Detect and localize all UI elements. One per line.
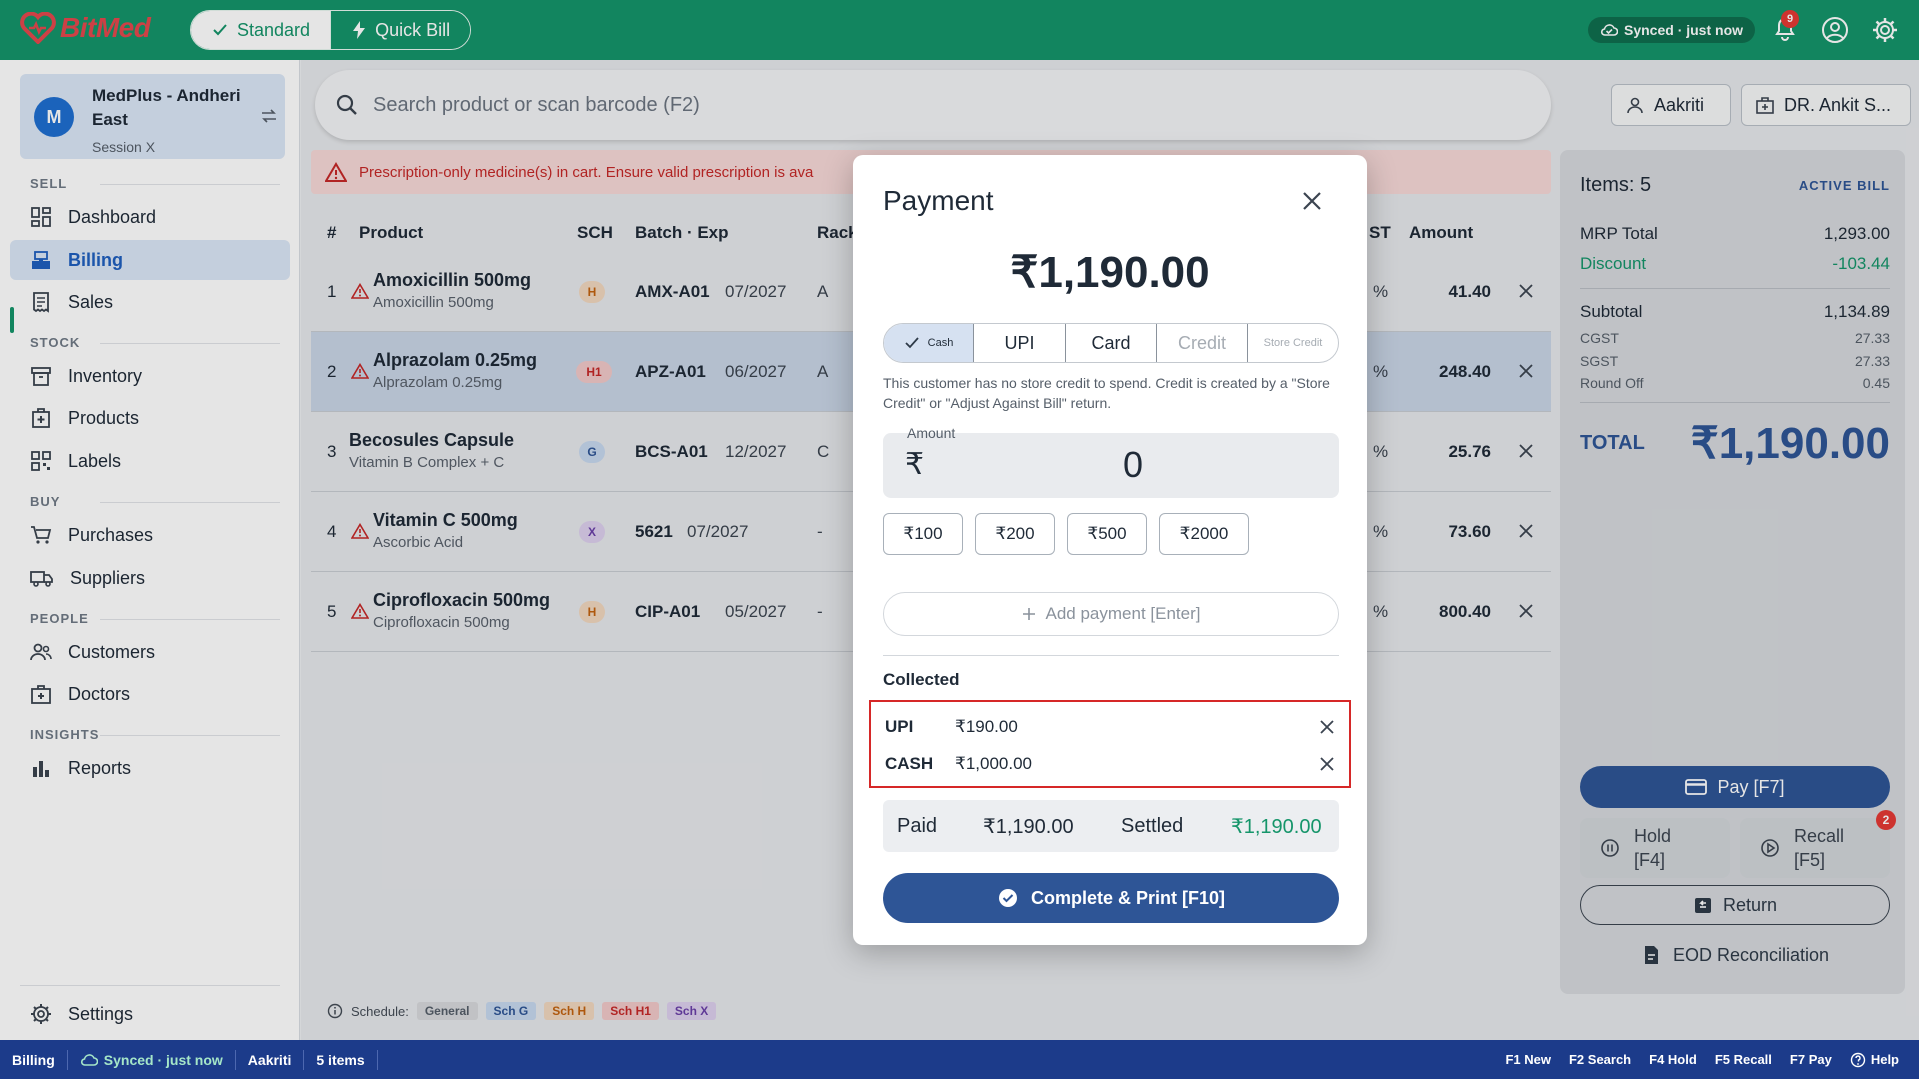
- status-page-label: Billing: [12, 1051, 55, 1068]
- collected-row-cash: CASH ₹1,000.00: [885, 745, 1335, 783]
- shortcut-f5[interactable]: F5 Recall: [1715, 1052, 1772, 1067]
- method-tab-credit[interactable]: Credit: [1157, 324, 1248, 362]
- method-tab-upi[interactable]: UPI: [974, 324, 1066, 362]
- remove-x-icon[interactable]: [1319, 756, 1335, 772]
- settled-value: ₹1,190.00: [1231, 815, 1322, 838]
- help-label: Help: [1870, 1052, 1899, 1067]
- collected-method: UPI: [885, 717, 914, 736]
- status-items-label: 5 items: [316, 1051, 365, 1068]
- help-circle-icon: [1850, 1052, 1866, 1068]
- method-label: Cash: [927, 337, 954, 349]
- status-user-label: Aakriti: [247, 1051, 292, 1068]
- payment-summary: Paid ₹1,190.00 Settled ₹1,190.00: [883, 800, 1339, 852]
- method-label: UPI: [1004, 332, 1035, 353]
- status-sync: Synced · just now: [68, 1049, 236, 1070]
- collected-amount: ₹1,000.00: [955, 754, 1032, 773]
- check-circle-icon: [997, 887, 1019, 909]
- check-icon: [904, 336, 920, 350]
- close-icon[interactable]: [1301, 190, 1323, 212]
- quick-amount-200[interactable]: ₹200: [975, 513, 1055, 555]
- paid-value: ₹1,190.00: [983, 815, 1074, 838]
- collected-label: Collected: [883, 670, 960, 689]
- plus-icon: [1022, 607, 1036, 621]
- method-label: Card: [1091, 332, 1131, 353]
- shortcut-f4[interactable]: F4 Hold: [1649, 1052, 1697, 1067]
- shortcut-hints: F1 New F2 Search F4 Hold F5 Recall F7 Pa…: [1505, 1040, 1899, 1079]
- amount-field[interactable]: Amount ₹: [883, 425, 1339, 498]
- status-bar: Billing Synced · just now Aakriti 5 item…: [0, 1040, 1919, 1079]
- collected-payments-list: UPI ₹190.00 CASH ₹1,000.00: [869, 700, 1351, 788]
- status-items: 5 items: [304, 1049, 378, 1070]
- status-user: Aakriti: [236, 1049, 305, 1070]
- quick-amount-500[interactable]: ₹500: [1067, 513, 1147, 555]
- quick-amount-2000[interactable]: ₹2000: [1159, 513, 1249, 555]
- collected-row-upi: UPI ₹190.00: [885, 708, 1335, 746]
- amount-input[interactable]: [1093, 443, 1173, 487]
- paid-label: Paid: [897, 814, 938, 837]
- shortcut-f2[interactable]: F2 Search: [1569, 1052, 1631, 1067]
- shortcut-f7[interactable]: F7 Pay: [1790, 1052, 1832, 1067]
- help-link[interactable]: Help: [1850, 1052, 1899, 1068]
- modal-divider: [883, 655, 1339, 656]
- remove-x-icon[interactable]: [1319, 719, 1335, 735]
- payment-dialog: Payment ₹1,190.00 Cash UPI Card Credit S…: [853, 155, 1367, 945]
- add-payment-label: Add payment [Enter]: [1045, 604, 1201, 623]
- method-label: Store Credit: [1263, 337, 1323, 349]
- cloud-sync-icon: [80, 1053, 98, 1067]
- complete-print-button[interactable]: Complete & Print [F10]: [883, 873, 1339, 923]
- rupee-prefix: ₹: [905, 448, 925, 481]
- add-payment-button[interactable]: Add payment [Enter]: [883, 592, 1339, 636]
- credit-note: This customer has no store credit to spe…: [883, 375, 1330, 411]
- method-tab-cash[interactable]: Cash: [884, 324, 974, 362]
- collected-method: CASH: [885, 754, 934, 773]
- amount-label: Amount: [907, 425, 956, 441]
- complete-label: Complete & Print [F10]: [1030, 887, 1226, 908]
- settled-label: Settled: [1121, 814, 1184, 837]
- payment-method-tabs: Cash UPI Card Credit Store Credit: [883, 323, 1339, 363]
- payment-amount-due: ₹1,190.00: [1010, 248, 1210, 297]
- method-label: Credit: [1177, 332, 1226, 353]
- status-page: Billing: [0, 1049, 68, 1070]
- quick-amount-100[interactable]: ₹100: [883, 513, 963, 555]
- shortcut-f1[interactable]: F1 New: [1505, 1052, 1551, 1067]
- method-tab-card[interactable]: Card: [1066, 324, 1157, 362]
- status-sync-label: Synced · just now: [103, 1051, 223, 1068]
- payment-title: Payment: [883, 185, 994, 216]
- method-tab-store-credit[interactable]: Store Credit: [1248, 324, 1338, 362]
- collected-amount: ₹190.00: [955, 717, 1018, 736]
